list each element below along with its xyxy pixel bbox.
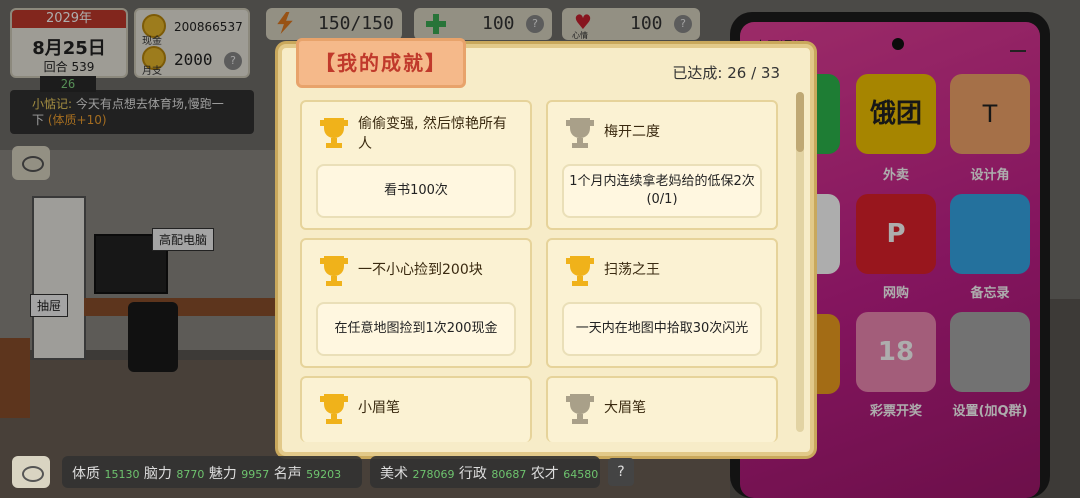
- trophy-icon: [564, 254, 596, 288]
- achievement-card[interactable]: 梅开二度 1个月内连续拿老妈给的低保2次 (0/1): [546, 100, 778, 230]
- mingsheng-value: 59203: [306, 468, 342, 481]
- eye-icon[interactable]: [12, 456, 50, 488]
- tizhi-value: 15130: [104, 468, 140, 481]
- naoli-value: 8770: [176, 468, 205, 481]
- attribute-bar: 体质 15130 脑力 8770 魅力 9957 名声 59203: [62, 456, 362, 488]
- naoli-label: 脑力: [143, 466, 172, 482]
- trophy-icon: [318, 254, 350, 288]
- mingsheng-label: 名声: [273, 466, 302, 482]
- achievement-card[interactable]: 扫荡之王 一天内在地图中拾取30次闪光: [546, 238, 778, 368]
- achievement-title: 扫荡之王: [604, 262, 660, 278]
- achievement-title: 小眉笔: [358, 400, 400, 416]
- achievement-desc: 一天内在地图中拾取30次闪光: [562, 302, 762, 356]
- xingzheng-label: 行政: [458, 466, 487, 482]
- help-button[interactable]: ?: [608, 458, 634, 486]
- trophy-icon: [318, 116, 350, 150]
- scrollbar-thumb[interactable]: [796, 92, 804, 152]
- trophy-icon: [318, 392, 350, 426]
- achievement-card[interactable]: 小眉笔: [300, 376, 532, 442]
- achievement-card[interactable]: 一不小心捡到200块 在任意地图捡到1次200现金: [300, 238, 532, 368]
- meili-label: 魅力: [208, 466, 237, 482]
- achievement-panel: 【我的成就】 已达成: 26 / 33 偷偷变强, 然后惊艳所有人 看书100次…: [278, 38, 814, 456]
- achievement-title: 大眉笔: [604, 400, 646, 416]
- achievement-title: 偷偷变强, 然后惊艳所有人: [358, 116, 507, 152]
- meishu-label: 美术: [380, 466, 408, 482]
- achievement-card[interactable]: 偷偷变强, 然后惊艳所有人 看书100次: [300, 100, 532, 230]
- achievement-desc: 在任意地图捡到1次200现金: [316, 302, 516, 356]
- achievement-desc: 看书100次: [316, 164, 516, 218]
- tizhi-label: 体质: [72, 466, 100, 482]
- achievement-desc: 1个月内连续拿老妈给的低保2次 (0/1): [562, 164, 762, 218]
- meishu-value: 278069: [412, 468, 455, 481]
- achievement-title: 一不小心捡到200块: [358, 262, 483, 278]
- nongcai-value: 64580: [563, 468, 599, 481]
- trophy-icon: [564, 392, 596, 426]
- xingzheng-value: 80687: [491, 468, 527, 481]
- panel-title: 【我的成就】: [296, 38, 466, 88]
- attribute-bar-2: 美术 278069 行政 80687 农才 64580: [370, 456, 600, 488]
- achievement-progress: 已达成: 26 / 33: [672, 64, 780, 82]
- meili-value: 9957: [241, 468, 270, 481]
- achievement-title: 梅开二度: [604, 124, 660, 140]
- achievement-card[interactable]: 大眉笔: [546, 376, 778, 442]
- trophy-icon: [564, 116, 596, 150]
- nongcai-label: 农才: [530, 466, 559, 482]
